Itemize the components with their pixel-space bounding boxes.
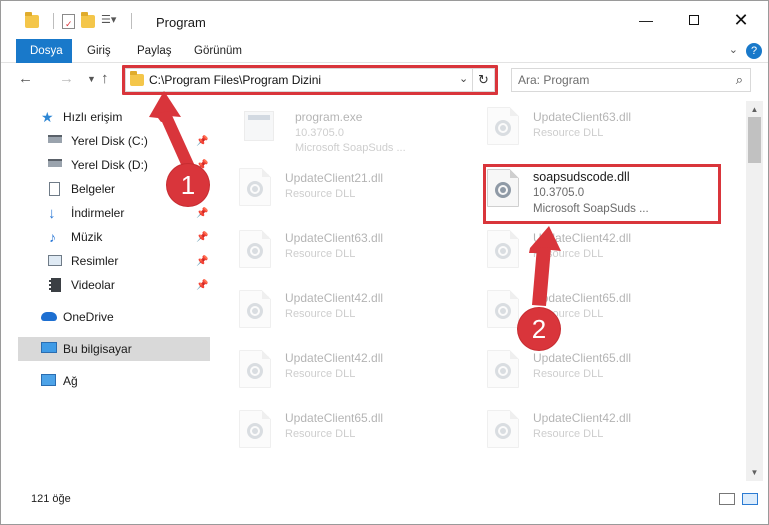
step-1-badge: 1: [167, 164, 209, 206]
arrow-1-shaft: [158, 111, 195, 169]
explorer-window: ✓ ☰▾ Program — ✕ Dosya Giriş Paylaş Görü…: [0, 0, 769, 525]
arrow-2-shaft: [532, 247, 551, 306]
step-2-badge: 2: [518, 308, 560, 350]
annotation-arrows: [149, 91, 561, 306]
